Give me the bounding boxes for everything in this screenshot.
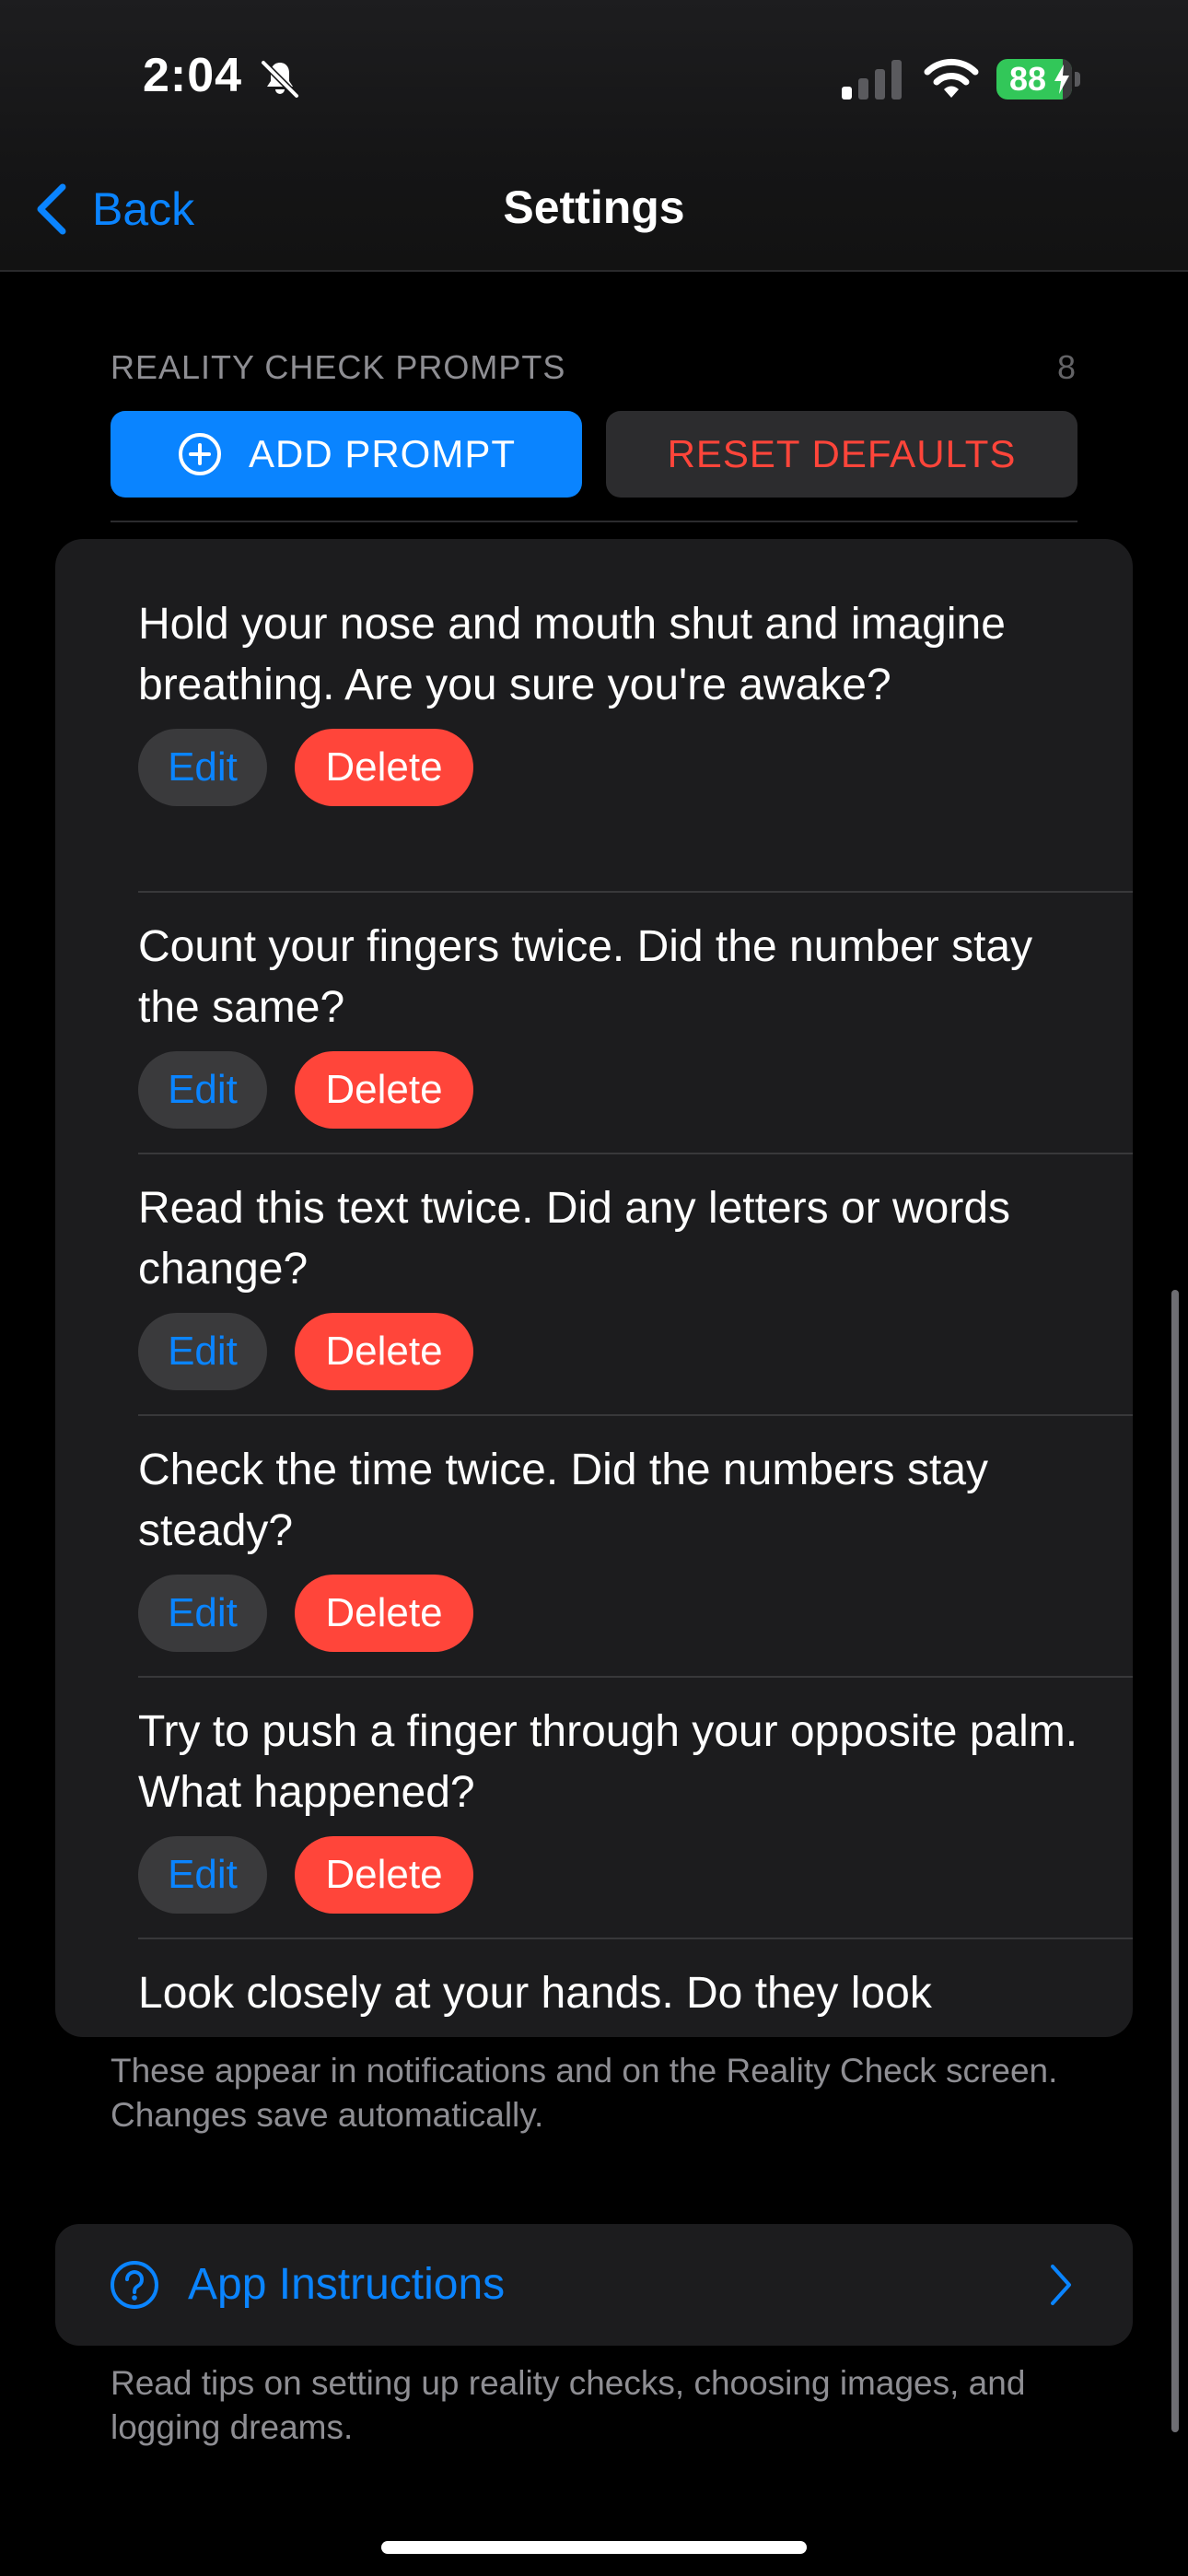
prompt-text: Look closely at your hands. Do they look [138,1969,932,2018]
prompt-actions: Edit Delete [138,729,1133,806]
divider [138,1153,1133,1154]
prompt-item: Look closely at your hands. Do they look [138,1963,1133,2024]
prompt-item: Hold your nose and mouth shut and imagin… [138,594,1133,806]
cellular-signal-icon [842,60,902,100]
prompt-text: Try to push a finger through your opposi… [138,1707,1078,1817]
prompt-text: Count your fingers twice. Did the number… [138,922,1033,1032]
edit-button[interactable]: Edit [138,1836,267,1914]
prompt-text: Hold your nose and mouth shut and imagin… [138,600,1006,709]
prompt-text: Check the time twice. Did the numbers st… [138,1446,989,1555]
app-instructions-label: App Instructions [188,2260,506,2309]
top-chrome: 2:04 88 Back Settings [0,0,1188,272]
section-header: REALITY CHECK PROMPTS [111,348,566,386]
add-prompt-label: ADD PROMPT [248,432,516,475]
scrollbar[interactable] [1171,1290,1179,2432]
delete-button[interactable]: Delete [295,1313,473,1390]
home-indicator[interactable] [381,2541,807,2554]
delete-button[interactable]: Delete [295,1836,473,1914]
battery-cap [1075,72,1080,87]
status-time: 2:04 [143,49,243,102]
prompt-text: Read this text twice. Did any letters or… [138,1184,1011,1294]
plus-circle-icon [178,433,221,475]
reset-defaults-label: RESET DEFAULTS [667,432,1017,475]
question-circle-icon [111,2261,158,2309]
charging-bolt-icon [1054,64,1069,94]
edit-button[interactable]: Edit [138,1313,267,1390]
divider [111,521,1077,522]
divider [138,1676,1133,1678]
prompt-count: 8 [1056,348,1076,386]
edit-button[interactable]: Edit [138,1575,267,1652]
prompt-item: Try to push a finger through your opposi… [138,1702,1133,1914]
prompt-item: Check the time twice. Did the numbers st… [138,1440,1133,1652]
prompt-actions: Edit Delete [138,1051,1133,1129]
prompts-footer-text: These appear in notifications and on the… [111,2052,1058,2134]
battery-icon: 88 [996,59,1081,100]
prompt-item: Count your fingers twice. Did the number… [138,917,1133,1129]
app-instructions-row[interactable]: App Instructions [55,2224,1133,2346]
divider [138,891,1133,893]
prompts-list[interactable]: Hold your nose and mouth shut and imagin… [55,539,1133,2037]
add-prompt-button[interactable]: ADD PROMPT [111,411,582,498]
prompt-actions: Edit Delete [138,1313,1133,1390]
instructions-footer-text: Read tips on setting up reality checks, … [111,2364,1026,2446]
reset-defaults-button[interactable]: RESET DEFAULTS [606,411,1077,498]
battery-percent: 88 [1008,60,1047,98]
wifi-icon [924,58,979,98]
delete-button[interactable]: Delete [295,1575,473,1652]
prompt-actions: Edit Delete [138,1575,1133,1652]
edit-button[interactable]: Edit [138,729,267,806]
edit-button[interactable]: Edit [138,1051,267,1129]
chevron-right-icon [1051,2265,1071,2305]
prompt-item: Read this text twice. Did any letters or… [138,1178,1133,1390]
delete-button[interactable]: Delete [295,729,473,806]
page-title: Settings [503,181,685,233]
delete-button[interactable]: Delete [295,1051,473,1129]
bell-slash-icon [261,60,299,99]
prompt-actions: Edit Delete [138,1836,1133,1914]
divider [138,1414,1133,1416]
divider [138,1938,1133,1939]
